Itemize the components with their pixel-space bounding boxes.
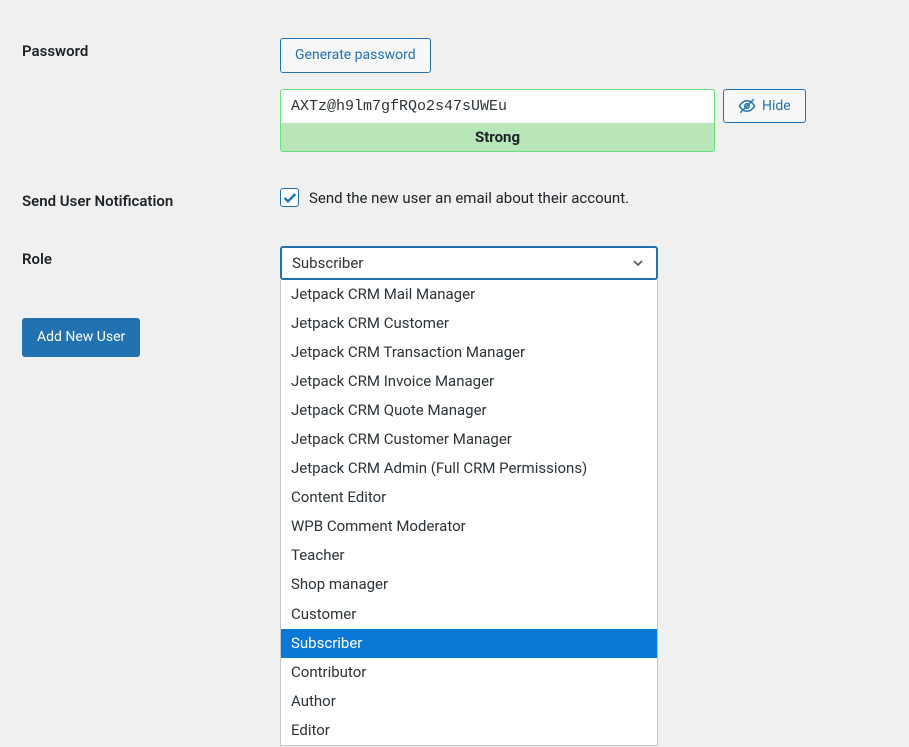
eye-slash-icon [738, 97, 756, 115]
role-option[interactable]: Shop manager [281, 570, 657, 599]
hide-password-button[interactable]: Hide [723, 89, 806, 123]
notification-checkbox[interactable] [280, 188, 299, 207]
password-input[interactable] [280, 89, 715, 123]
chevron-down-icon [630, 255, 646, 271]
role-selected-value: Subscriber [292, 254, 363, 272]
role-option[interactable]: Jetpack CRM Invoice Manager [281, 367, 657, 396]
password-field: Generate password Strong Hide [280, 38, 909, 152]
notification-field: Send the new user an email about their a… [280, 188, 909, 207]
password-label: Password [0, 38, 280, 60]
role-option[interactable]: Subscriber [281, 629, 657, 658]
password-strength-meter: Strong [280, 123, 715, 152]
role-option[interactable]: WPB Comment Moderator [281, 512, 657, 541]
role-option[interactable]: Jetpack CRM Customer Manager [281, 425, 657, 454]
notification-label: Send User Notification [0, 188, 280, 210]
role-row: Role Subscriber Jetpack CRM Mail Manager… [0, 228, 909, 298]
check-icon [282, 190, 298, 206]
role-option[interactable]: Author [281, 687, 657, 716]
role-option[interactable]: Jetpack CRM Mail Manager [281, 280, 657, 309]
role-option[interactable]: Teacher [281, 541, 657, 570]
role-option[interactable]: Editor [281, 716, 657, 745]
role-option[interactable]: Jetpack CRM Transaction Manager [281, 338, 657, 367]
role-option[interactable]: Jetpack CRM Customer [281, 309, 657, 338]
role-field: Subscriber Jetpack CRM Mail ManagerJetpa… [280, 246, 909, 280]
role-option[interactable]: Jetpack CRM Quote Manager [281, 396, 657, 425]
role-option[interactable]: Content Editor [281, 483, 657, 512]
role-select[interactable]: Subscriber [280, 246, 658, 280]
notification-description: Send the new user an email about their a… [309, 189, 629, 207]
password-row: Password Generate password Strong Hide [0, 20, 909, 170]
role-option[interactable]: Jetpack CRM Admin (Full CRM Permissions) [281, 454, 657, 483]
notification-row: Send User Notification Send the new user… [0, 170, 909, 228]
role-dropdown: Jetpack CRM Mail ManagerJetpack CRM Cust… [280, 280, 658, 746]
role-option[interactable]: Customer [281, 600, 657, 629]
role-label: Role [0, 246, 280, 268]
generate-password-button[interactable]: Generate password [280, 38, 431, 73]
hide-label: Hide [762, 98, 791, 114]
role-option[interactable]: Contributor [281, 658, 657, 687]
add-user-button[interactable]: Add New User [22, 318, 140, 357]
